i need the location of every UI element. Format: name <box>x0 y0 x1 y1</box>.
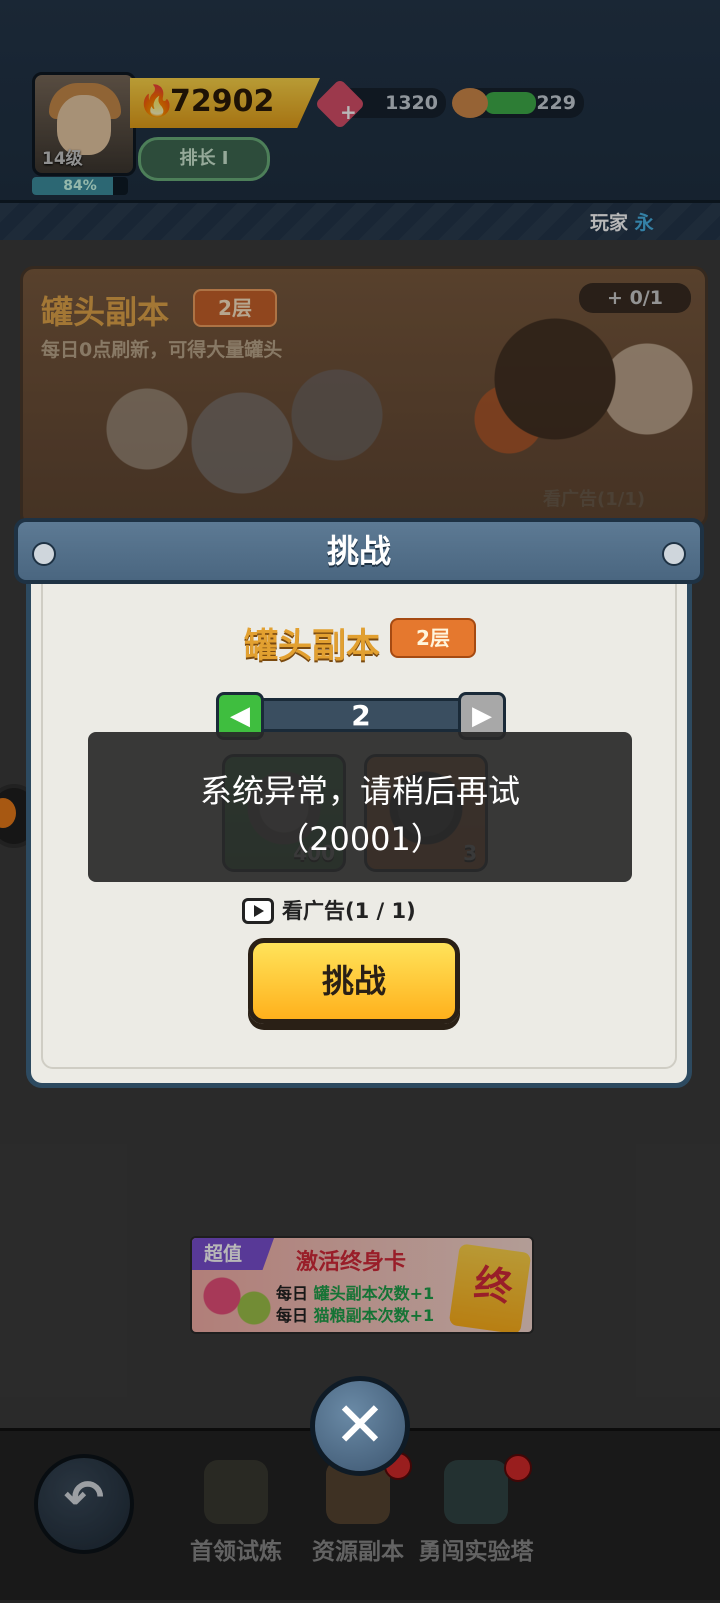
arrow-right-icon: ▶ <box>472 701 492 731</box>
modal-dungeon-title: 罐头副本 <box>244 626 380 666</box>
arrow-left-icon: ◀ <box>230 701 250 731</box>
stepper-value: 2 <box>351 699 371 732</box>
modal-floor-badge: 2层 <box>390 618 476 658</box>
floor-stepper: 2 ◀ ▶ <box>216 692 506 740</box>
video-play-icon <box>242 898 274 924</box>
game-screen: 14级 84% 🔥 72902 排长 I 1320 + 229 玩家 永 罐头副… <box>0 0 720 1603</box>
challenge-button-label: 挑战 <box>321 962 386 1000</box>
challenge-button[interactable]: 挑战 <box>248 938 460 1024</box>
stepper-track: 2 <box>246 698 476 732</box>
toast-error-code: （20001） <box>277 820 443 858</box>
modal-title: 挑战 <box>326 532 391 570</box>
error-toast: 系统异常，请稍后再试 （20001） <box>88 732 632 882</box>
modal-header: 挑战 <box>14 518 704 584</box>
close-icon: ✕ <box>334 1388 386 1461</box>
toast-message: 系统异常，请稍后再试 <box>199 772 520 810</box>
ad-label: 看广告(1 / 1) <box>282 899 416 923</box>
close-button[interactable]: ✕ <box>310 1376 410 1476</box>
